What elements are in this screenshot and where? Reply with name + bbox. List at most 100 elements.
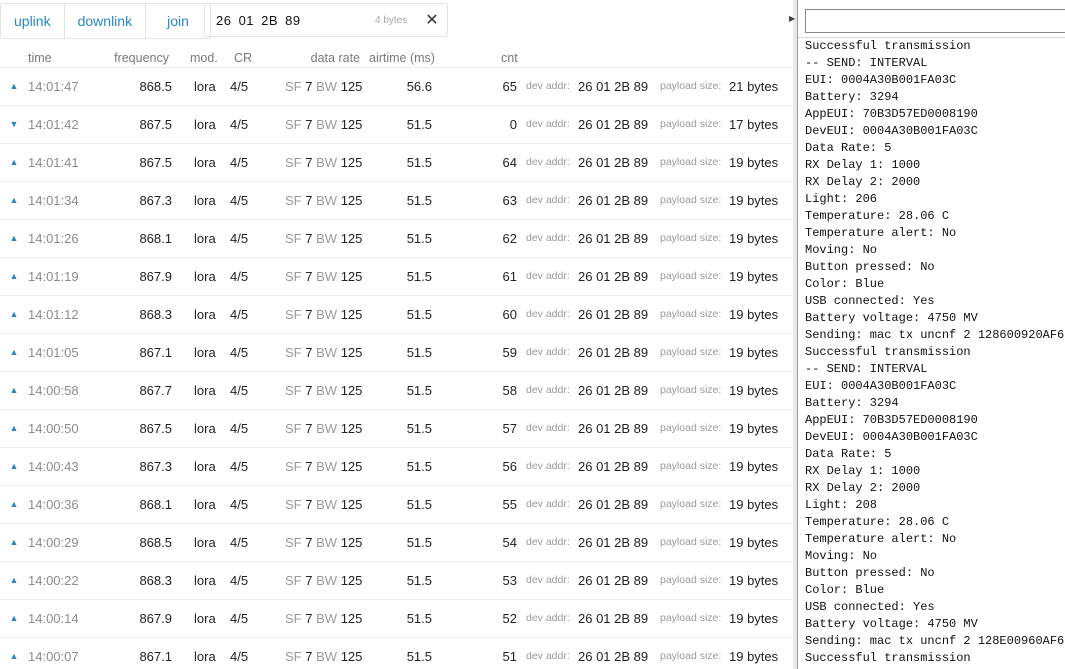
table-row[interactable]: ▲ 14:00:43 867.3 lora 4/5 SF 7 BW 125 51.5 56 de… — [0, 447, 793, 485]
row-coding-rate: 4/5 — [230, 231, 249, 246]
table-row[interactable]: ▲ 14:01:34 867.3 lora 4/5 SF 7 BW 125 51.5 63 de… — [0, 181, 793, 219]
table-row[interactable]: ▲ 14:01:47 868.5 lora 4/5 SF 7 BW 125 56.6 65 de… — [0, 67, 793, 105]
row-airtime: 51.5 — [406, 231, 432, 246]
dev-addr-label: dev addr: — [526, 498, 570, 510]
table-row[interactable]: ▲ 14:01:41 867.5 lora 4/5 SF 7 BW 125 51.5 64 de… — [0, 143, 793, 181]
uplink-arrow-icon: ▲ — [9, 537, 19, 547]
tab-join[interactable]: join — [146, 4, 210, 38]
table-row[interactable]: ▲ 14:00:22 868.3 lora 4/5 SF 7 BW 125 51.5 53 de… — [0, 561, 793, 599]
bw-label: BW — [316, 345, 338, 360]
table-row[interactable]: ▲ 14:00:14 867.9 lora 4/5 SF 7 BW 125 51.5 52 de… — [0, 599, 793, 637]
table-row[interactable]: ▲ 14:00:07 867.1 lora 4/5 SF 7 BW 125 51.5 51 de… — [0, 637, 793, 669]
row-frequency: 867.5 — [139, 117, 172, 132]
row-dev-addr: 26 01 2B 89 — [578, 459, 649, 474]
row-counter: 52 — [502, 611, 517, 626]
sf-label: SF — [285, 497, 302, 512]
dev-addr-filter[interactable]: 26 01 2B 89 4 bytes ✕ — [204, 3, 448, 37]
row-airtime: 51.5 — [406, 383, 432, 398]
sf-value: 7 — [305, 79, 313, 94]
table-row[interactable]: ▲ 14:00:36 868.1 lora 4/5 SF 7 BW 125 51.5 55 de… — [0, 485, 793, 523]
sf-label: SF — [285, 649, 302, 664]
sf-value: 7 — [305, 193, 313, 208]
row-coding-rate: 4/5 — [230, 497, 249, 512]
collapse-arrow-icon[interactable]: ▶ — [789, 14, 795, 23]
row-time: 14:00:43 — [28, 459, 79, 474]
col-mod: mod. — [190, 51, 218, 65]
dev-addr-label: dev addr: — [526, 536, 570, 548]
bw-value: 125 — [340, 345, 363, 360]
row-time: 14:01:47 — [28, 79, 79, 94]
serial-line: Button pressed: No — [805, 566, 935, 580]
table-row[interactable]: ▲ 14:01:12 868.3 lora 4/5 SF 7 BW 125 51.5 60 de… — [0, 295, 793, 333]
row-time: 14:01:34 — [28, 193, 79, 208]
dev-addr-label: dev addr: — [526, 194, 570, 206]
serial-line: Battery: 3294 — [805, 396, 899, 410]
table-row[interactable]: ▲ 14:00:29 868.5 lora 4/5 SF 7 BW 125 51.5 54 de… — [0, 523, 793, 561]
serial-line: Data Rate: 5 — [805, 141, 892, 155]
sf-value: 7 — [305, 649, 313, 664]
row-time: 14:01:42 — [28, 117, 79, 132]
row-payload-size: 19 bytes — [729, 345, 779, 360]
table-row[interactable]: ▼ 14:01:42 867.5 lora 4/5 SF 7 BW 125 51.5 0 dev… — [0, 105, 793, 143]
table-row[interactable]: ▲ 14:00:58 867.7 lora 4/5 SF 7 BW 125 51.5 58 de… — [0, 371, 793, 409]
row-counter: 65 — [502, 79, 517, 94]
row-counter: 51 — [502, 649, 517, 664]
bw-label: BW — [316, 649, 338, 664]
row-coding-rate: 4/5 — [230, 193, 249, 208]
bw-value: 125 — [340, 155, 363, 170]
row-coding-rate: 4/5 — [230, 345, 249, 360]
serial-output: Successful transmission -- SEND: INTERVAL… — [805, 38, 1064, 667]
col-data-rate: data rate — [310, 51, 360, 65]
dev-addr-label: dev addr: — [526, 384, 570, 396]
sf-label: SF — [285, 611, 302, 626]
bw-label: BW — [316, 611, 338, 626]
clear-filter-icon[interactable]: ✕ — [421, 4, 443, 38]
row-airtime: 56.6 — [406, 79, 432, 94]
serial-line: Color: Blue — [805, 277, 885, 291]
serial-line: Color: Blue — [805, 583, 885, 597]
row-modulation: lora — [194, 459, 216, 474]
serial-line: Successful transmission — [805, 39, 971, 53]
serial-line: Temperature: 28.06 C — [805, 209, 950, 223]
row-frequency: 868.5 — [139, 535, 172, 550]
row-modulation: lora — [194, 573, 216, 588]
dev-addr-label: dev addr: — [526, 156, 570, 168]
row-payload-size: 19 bytes — [729, 231, 779, 246]
bw-value: 125 — [340, 421, 363, 436]
row-modulation: lora — [194, 649, 216, 664]
dev-addr-label: dev addr: — [526, 346, 570, 358]
table-row[interactable]: ▲ 14:00:50 867.5 lora 4/5 SF 7 BW 125 51.5 57 de… — [0, 409, 793, 447]
sf-value: 7 — [305, 345, 313, 360]
serial-send-input[interactable] — [805, 9, 1065, 33]
table-row[interactable]: ▲ 14:01:05 867.1 lora 4/5 SF 7 BW 125 51.5 59 de… — [0, 333, 793, 371]
row-coding-rate: 4/5 — [230, 117, 249, 132]
row-airtime: 51.5 — [406, 497, 432, 512]
bw-value: 125 — [340, 383, 363, 398]
table-row[interactable]: ▲ 14:01:26 868.1 lora 4/5 SF 7 BW 125 51.5 62 de… — [0, 219, 793, 257]
payload-size-label: payload size: — [660, 422, 722, 434]
dev-addr-label: dev addr: — [526, 80, 570, 92]
payload-size-label: payload size: — [660, 384, 722, 396]
tab-uplink[interactable]: uplink — [1, 4, 65, 38]
row-airtime: 51.5 — [406, 193, 432, 208]
uplink-arrow-icon: ▲ — [9, 423, 19, 433]
serial-line: Moving: No — [805, 243, 878, 257]
filter-value[interactable]: 26 01 2B 89 — [216, 4, 301, 38]
row-modulation: lora — [194, 611, 216, 626]
row-data-rate: SF 7 BW 125 — [285, 372, 362, 409]
dev-addr-label: dev addr: — [526, 118, 570, 130]
uplink-arrow-icon: ▲ — [9, 499, 19, 509]
sf-label: SF — [285, 155, 302, 170]
uplink-arrow-icon: ▲ — [9, 347, 19, 357]
uplink-arrow-icon: ▲ — [9, 461, 19, 471]
row-dev-addr: 26 01 2B 89 — [578, 611, 649, 626]
row-airtime: 51.5 — [406, 117, 432, 132]
row-payload-size: 19 bytes — [729, 535, 779, 550]
dev-addr-label: dev addr: — [526, 612, 570, 624]
row-data-rate: SF 7 BW 125 — [285, 448, 362, 485]
row-counter: 58 — [502, 383, 517, 398]
tab-downlink[interactable]: downlink — [65, 4, 147, 38]
row-time: 14:00:58 — [28, 383, 79, 398]
table-row[interactable]: ▲ 14:01:19 867.9 lora 4/5 SF 7 BW 125 51.5 61 de… — [0, 257, 793, 295]
row-data-rate: SF 7 BW 125 — [285, 220, 362, 257]
